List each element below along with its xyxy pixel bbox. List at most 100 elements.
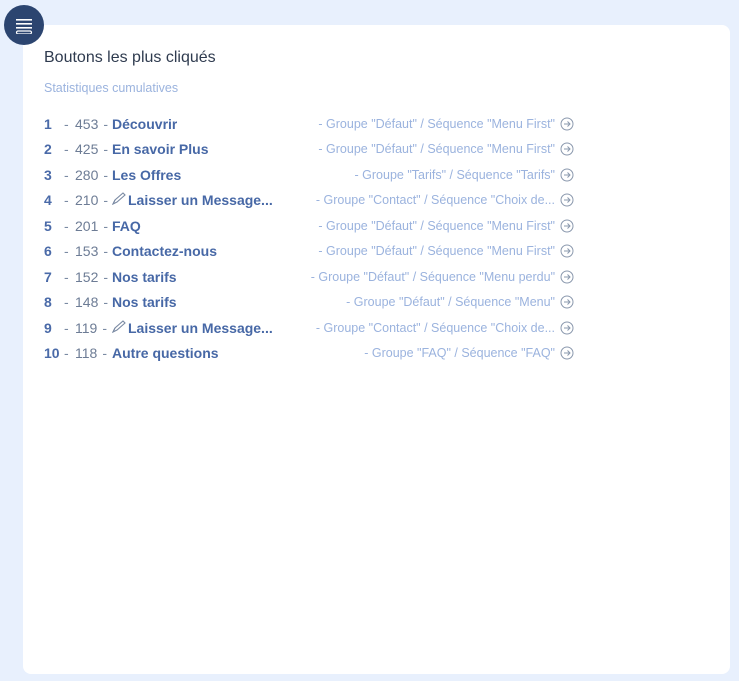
arrow-right-circle-icon[interactable]	[560, 168, 574, 182]
rank-number: 4	[44, 192, 52, 209]
button-label-text: Nos tarifs	[112, 294, 177, 311]
button-label-text: En savoir Plus	[112, 141, 209, 158]
separator: -	[64, 294, 69, 311]
click-count-value: 453	[75, 115, 99, 132]
arrow-right-circle-icon[interactable]	[560, 142, 574, 156]
group-sequence-text: - Groupe "Défaut" / Séquence "Menu perdu…	[310, 269, 555, 284]
click-count-value: 201	[75, 217, 99, 234]
click-count: 210-	[75, 192, 112, 208]
button-label: Laisser un Message...	[112, 320, 273, 336]
separator: -	[102, 319, 107, 336]
list-item: 6-153- Contactez-nous - Groupe "Défaut" / …	[44, 239, 574, 265]
card-subtitle: Statistiques cumulatives	[44, 81, 179, 95]
list-item: 10-118- Autre questions - Groupe "FAQ" / S…	[44, 341, 574, 367]
stats-card: Boutons les plus cliqués Statistiques cu…	[23, 25, 730, 674]
menu-icon	[15, 19, 33, 34]
separator: -	[64, 141, 69, 158]
list-item: 9-119- Laisser un Message... - Groupe "Con…	[44, 315, 574, 341]
separator: -	[103, 294, 109, 311]
button-label: Contactez-nous	[112, 243, 217, 259]
button-label: Les Offres	[112, 167, 181, 183]
arrow-right-circle-icon[interactable]	[560, 295, 574, 309]
list-item: 7-152- Nos tarifs - Groupe "Défaut" / Séqu…	[44, 264, 574, 290]
card-title: Boutons les plus cliqués	[44, 49, 216, 66]
click-count: 119-	[75, 320, 112, 336]
button-label-text: Laisser un Message...	[128, 192, 273, 209]
group-sequence-info: - Groupe "Défaut" / Séquence "Menu First…	[318, 219, 574, 233]
group-sequence-info: - Groupe "Tarifs" / Séquence "Tarifs"	[355, 168, 574, 182]
group-sequence-text: - Groupe "Contact" / Séquence "Choix de.…	[315, 320, 555, 335]
list-item: 4-210- Laisser un Message... - Groupe "Con…	[44, 188, 574, 214]
click-count: 152-	[75, 269, 112, 285]
button-label-text: FAQ	[112, 217, 141, 234]
separator: -	[102, 345, 107, 362]
click-count: 425-	[75, 141, 112, 157]
arrow-right-circle-icon[interactable]	[560, 270, 574, 284]
click-count-value: 153	[75, 243, 99, 260]
button-label-text: Contactez-nous	[112, 243, 217, 260]
group-sequence-text: - Groupe "FAQ" / Séquence "FAQ"	[364, 346, 555, 361]
rank-number: 6	[44, 243, 52, 260]
rank-number: 5	[44, 217, 52, 234]
arrow-right-circle-icon[interactable]	[560, 193, 574, 207]
group-sequence-text: - Groupe "Défaut" / Séquence "Menu First…	[318, 218, 555, 233]
button-label-text: Les Offres	[112, 166, 182, 183]
separator: -	[64, 345, 69, 362]
menu-button[interactable]	[4, 5, 44, 45]
click-count-value: 119	[75, 319, 98, 336]
button-label: Laisser un Message...	[112, 192, 273, 208]
list-item: 1 -453- Découvrir - Groupe "Défaut" / Séque…	[44, 111, 574, 137]
separator: -	[103, 268, 109, 285]
rank-number: 10	[44, 345, 60, 362]
group-sequence-text: - Groupe "Défaut" / Séquence "Menu First…	[318, 116, 555, 131]
arrow-right-circle-icon[interactable]	[560, 321, 574, 335]
click-count: 148-	[75, 294, 112, 310]
click-count-value: 425	[75, 141, 99, 158]
group-sequence-text: - Groupe "Tarifs" / Séquence "Tarifs"	[354, 167, 555, 182]
click-count: 453-	[75, 116, 112, 132]
button-label-text: Nos tarifs	[112, 268, 177, 285]
group-sequence-info: - Groupe "Contact" / Séquence "Choix de.…	[316, 321, 574, 335]
arrow-right-circle-icon[interactable]	[560, 219, 574, 233]
separator: -	[64, 192, 69, 209]
list-item: 3-280- Les Offres - Groupe "Tarifs" / Séqu…	[44, 162, 574, 188]
separator: -	[103, 217, 109, 234]
button-label: FAQ	[112, 218, 141, 234]
arrow-right-circle-icon[interactable]	[560, 244, 574, 258]
button-label: En savoir Plus	[112, 141, 208, 157]
arrow-right-circle-icon[interactable]	[560, 346, 574, 360]
click-count-value: 210	[75, 192, 99, 209]
separator: -	[103, 243, 109, 260]
group-sequence-text: - Groupe "Défaut" / Séquence "Menu"	[346, 295, 555, 310]
separator: -	[64, 268, 69, 285]
group-sequence-info: - Groupe "Défaut" / Séquence "Menu First…	[318, 117, 574, 131]
button-label-text: Autre questions	[112, 345, 219, 362]
list-item: 5-201- FAQ - Groupe "Défaut" / Séquence "M…	[44, 213, 574, 239]
separator: -	[64, 166, 69, 183]
page: Boutons les plus cliqués Statistiques cu…	[0, 0, 739, 681]
click-count-value: 148	[75, 294, 99, 311]
pencil-icon	[112, 319, 127, 336]
group-sequence-text: - Groupe "Contact" / Séquence "Choix de.…	[315, 193, 555, 208]
separator: -	[64, 243, 69, 260]
list-item: 2-425- En savoir Plus - Groupe "Défaut" / …	[44, 137, 574, 163]
click-count: 201-	[75, 218, 112, 234]
click-count-value: 280	[75, 166, 99, 183]
separator: -	[64, 319, 69, 336]
button-label: Nos tarifs	[112, 269, 177, 285]
group-sequence-info: - Groupe "Défaut" / Séquence "Menu First…	[318, 244, 574, 258]
separator: -	[103, 115, 109, 132]
group-sequence-text: - Groupe "Défaut" / Séquence "Menu First…	[318, 244, 555, 259]
clicked-buttons-list: 1-453- Découvrir - Groupe "Défaut" / Séque…	[44, 111, 574, 366]
rank-number: 8	[44, 294, 52, 311]
group-sequence-info: - Groupe "Défaut" / Séquence "Menu"	[346, 295, 574, 309]
group-sequence-info: - Groupe "FAQ" / Séquence "FAQ"	[364, 346, 574, 360]
click-count-value: 118	[75, 345, 98, 362]
button-label-text: Découvrir	[112, 115, 178, 132]
separator: -	[103, 192, 109, 209]
rank-number: 1	[44, 115, 52, 132]
button-label: Découvrir	[112, 116, 177, 132]
arrow-right-circle-icon[interactable]	[560, 117, 574, 131]
separator: -	[64, 217, 69, 234]
button-label: Nos tarifs	[112, 294, 177, 310]
